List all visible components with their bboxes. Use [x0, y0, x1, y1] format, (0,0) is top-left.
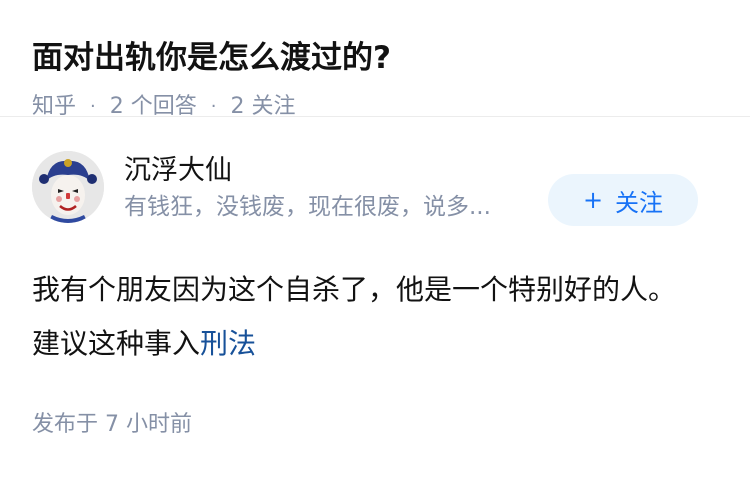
- masked-character-avatar-icon: [32, 151, 104, 223]
- author-row: 沉浮大仙 有钱狂，没钱废，现在很废，说多... + 关注: [32, 117, 718, 255]
- criminal-law-link[interactable]: 刑法: [200, 327, 256, 360]
- follow-button-label: 关注: [615, 188, 664, 217]
- answer-text: 我有个朋友因为这个自杀了，他是一个特别好的人。建议这种事入: [32, 273, 677, 360]
- avatar[interactable]: [32, 151, 104, 223]
- author-info: 沉浮大仙 有钱狂，没钱废，现在很废，说多...: [124, 153, 544, 223]
- author-name[interactable]: 沉浮大仙: [124, 153, 544, 189]
- author-bio: 有钱狂，没钱废，现在很废，说多...: [124, 194, 491, 220]
- answer-card: 沉浮大仙 有钱狂，没钱废，现在很废，说多... + 关注 我有个朋友因为这个自杀…: [0, 117, 750, 440]
- question-header: 面对出轨你是怎么渡过的? 知乎 · 2 个回答 · 2 关注: [0, 0, 750, 119]
- question-title[interactable]: 面对出轨你是怎么渡过的?: [32, 34, 718, 82]
- follow-button[interactable]: + 关注: [548, 174, 698, 226]
- plus-icon: +: [582, 186, 604, 214]
- publish-time: 发布于 7 小时前: [32, 412, 192, 437]
- answer-content[interactable]: 我有个朋友因为这个自杀了，他是一个特别好的人。建议这种事入刑法: [32, 263, 692, 371]
